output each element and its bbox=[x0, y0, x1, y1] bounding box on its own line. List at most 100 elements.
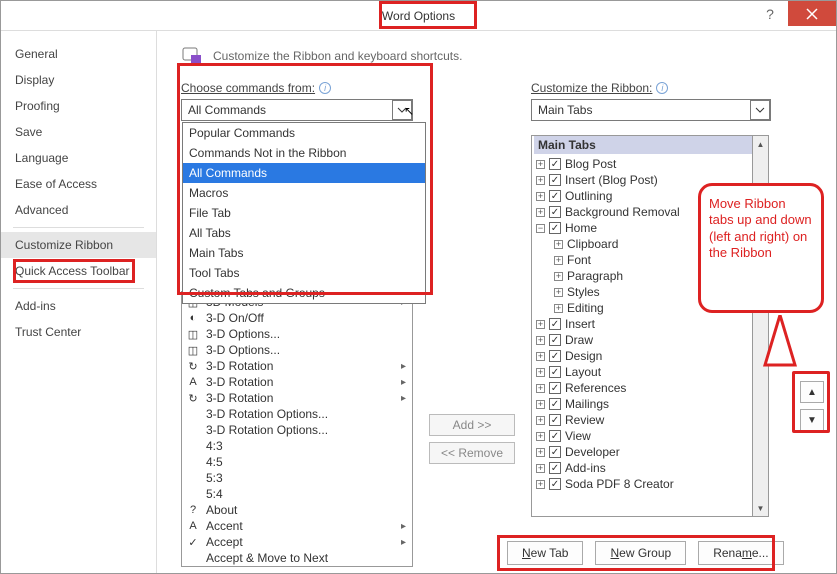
dropdown-option[interactable]: Commands Not in the Ribbon bbox=[183, 143, 425, 163]
choose-commands-select[interactable]: All Commands ↖ Popular CommandsCommands … bbox=[181, 99, 413, 121]
command-label: 5:3 bbox=[206, 471, 408, 485]
expand-icon[interactable]: + bbox=[554, 240, 563, 249]
checkbox[interactable] bbox=[549, 158, 561, 170]
command-item[interactable]: ↻3-D Rotation▸ bbox=[184, 358, 410, 374]
checkbox[interactable] bbox=[549, 366, 561, 378]
sidebar-item-general[interactable]: General bbox=[1, 41, 156, 67]
expand-icon[interactable]: + bbox=[536, 480, 545, 489]
checkbox[interactable] bbox=[549, 174, 561, 186]
tree-row[interactable]: +Blog Post bbox=[536, 156, 750, 172]
checkbox[interactable] bbox=[549, 350, 561, 362]
sidebar-item-save[interactable]: Save bbox=[1, 119, 156, 145]
sidebar-item-trust-center[interactable]: Trust Center bbox=[1, 319, 156, 345]
tree-row[interactable]: +Soda PDF 8 Creator bbox=[536, 476, 750, 492]
command-item[interactable]: 5:3 bbox=[184, 470, 410, 486]
command-item[interactable]: 5:4 bbox=[184, 486, 410, 502]
expand-icon[interactable]: + bbox=[536, 320, 545, 329]
dropdown-option[interactable]: Popular Commands bbox=[183, 123, 425, 143]
help-button[interactable]: ? bbox=[752, 1, 788, 26]
sidebar-item-language[interactable]: Language bbox=[1, 145, 156, 171]
scroll-up-icon[interactable]: ▲ bbox=[753, 136, 768, 152]
expand-icon[interactable]: + bbox=[536, 416, 545, 425]
command-item[interactable]: Accept All Changes bbox=[184, 566, 410, 567]
tree-row[interactable]: +Layout bbox=[536, 364, 750, 380]
tree-row[interactable]: +Insert bbox=[536, 316, 750, 332]
checkbox[interactable] bbox=[549, 382, 561, 394]
sidebar-item-display[interactable]: Display bbox=[1, 67, 156, 93]
expand-icon[interactable]: + bbox=[536, 368, 545, 377]
sidebar-item-customize-ribbon[interactable]: Customize Ribbon bbox=[1, 232, 156, 258]
dropdown-option[interactable]: Tool Tabs bbox=[183, 263, 425, 283]
tree-row[interactable]: +Review bbox=[536, 412, 750, 428]
command-item[interactable]: AAccent▸ bbox=[184, 518, 410, 534]
command-item[interactable]: ◐3-D On/Off bbox=[184, 310, 410, 326]
checkbox[interactable] bbox=[549, 446, 561, 458]
expand-icon[interactable]: + bbox=[536, 448, 545, 457]
expand-icon[interactable]: + bbox=[536, 352, 545, 361]
sidebar-item-advanced[interactable]: Advanced bbox=[1, 197, 156, 223]
commands-list[interactable]: ◫3D Models▸◐3-D On/Off◫3-D Options...◫3-… bbox=[181, 291, 413, 567]
expand-icon[interactable]: + bbox=[536, 160, 545, 169]
checkbox[interactable] bbox=[549, 334, 561, 346]
expand-icon[interactable]: + bbox=[536, 384, 545, 393]
expand-icon[interactable]: + bbox=[536, 400, 545, 409]
tree-row[interactable]: +Design bbox=[536, 348, 750, 364]
tree-row[interactable]: +View bbox=[536, 428, 750, 444]
checkbox[interactable] bbox=[549, 462, 561, 474]
command-item[interactable]: 4:5 bbox=[184, 454, 410, 470]
command-item[interactable]: ↻3-D Rotation▸ bbox=[184, 390, 410, 406]
dropdown-option[interactable]: All Tabs bbox=[183, 223, 425, 243]
dropdown-option[interactable]: Main Tabs bbox=[183, 243, 425, 263]
expand-icon[interactable]: + bbox=[536, 176, 545, 185]
checkbox[interactable] bbox=[549, 318, 561, 330]
sidebar-item-addins[interactable]: Add-ins bbox=[1, 293, 156, 319]
expand-icon[interactable]: + bbox=[554, 256, 563, 265]
tree-row[interactable]: +Mailings bbox=[536, 396, 750, 412]
close-button[interactable] bbox=[788, 1, 836, 26]
tree-row[interactable]: +Add-ins bbox=[536, 460, 750, 476]
checkbox[interactable] bbox=[549, 430, 561, 442]
expand-icon[interactable]: + bbox=[536, 432, 545, 441]
command-item[interactable]: ◫3-D Options... bbox=[184, 326, 410, 342]
expand-icon[interactable]: + bbox=[536, 192, 545, 201]
info-icon[interactable]: i bbox=[319, 82, 331, 94]
customize-ribbon-select[interactable]: Main Tabs bbox=[531, 99, 771, 121]
command-item[interactable]: ◫3-D Options... bbox=[184, 342, 410, 358]
sidebar-item-ease-of-access[interactable]: Ease of Access bbox=[1, 171, 156, 197]
sidebar-item-proofing[interactable]: Proofing bbox=[1, 93, 156, 119]
checkbox[interactable] bbox=[549, 414, 561, 426]
collapse-icon[interactable]: − bbox=[536, 224, 545, 233]
checkbox[interactable] bbox=[549, 478, 561, 490]
checkbox[interactable] bbox=[549, 190, 561, 202]
expand-icon[interactable]: + bbox=[554, 288, 563, 297]
expand-icon[interactable]: + bbox=[554, 304, 563, 313]
checkbox[interactable] bbox=[549, 206, 561, 218]
command-item[interactable]: 3-D Rotation Options... bbox=[184, 406, 410, 422]
add-button[interactable]: Add >> bbox=[429, 414, 515, 436]
scroll-down-icon[interactable]: ▼ bbox=[753, 500, 768, 516]
command-label: About bbox=[206, 503, 408, 517]
command-item[interactable]: Accept & Move to Next bbox=[184, 550, 410, 566]
command-item[interactable]: 3-D Rotation Options... bbox=[184, 422, 410, 438]
dropdown-option[interactable]: File Tab bbox=[183, 203, 425, 223]
dropdown-option[interactable]: Macros bbox=[183, 183, 425, 203]
remove-button[interactable]: << Remove bbox=[429, 442, 515, 464]
info-icon[interactable]: i bbox=[656, 82, 668, 94]
command-item[interactable]: A3-D Rotation▸ bbox=[184, 374, 410, 390]
dropdown-button[interactable] bbox=[750, 100, 770, 120]
command-item[interactable]: ?About bbox=[184, 502, 410, 518]
command-item[interactable]: ✓Accept▸ bbox=[184, 534, 410, 550]
checkbox[interactable] bbox=[549, 398, 561, 410]
expand-icon[interactable]: + bbox=[536, 336, 545, 345]
tree-row[interactable]: +Developer bbox=[536, 444, 750, 460]
expand-icon[interactable]: + bbox=[536, 464, 545, 473]
sidebar-item-qat[interactable]: Quick Access Toolbar bbox=[1, 258, 156, 284]
dropdown-option[interactable]: All Commands bbox=[183, 163, 425, 183]
expand-icon[interactable]: + bbox=[554, 272, 563, 281]
tree-row[interactable]: +Draw bbox=[536, 332, 750, 348]
expand-icon[interactable]: + bbox=[536, 208, 545, 217]
checkbox[interactable] bbox=[549, 222, 561, 234]
tree-row[interactable]: +References bbox=[536, 380, 750, 396]
command-item[interactable]: 4:3 bbox=[184, 438, 410, 454]
dropdown-option[interactable]: Custom Tabs and Groups bbox=[183, 283, 425, 303]
